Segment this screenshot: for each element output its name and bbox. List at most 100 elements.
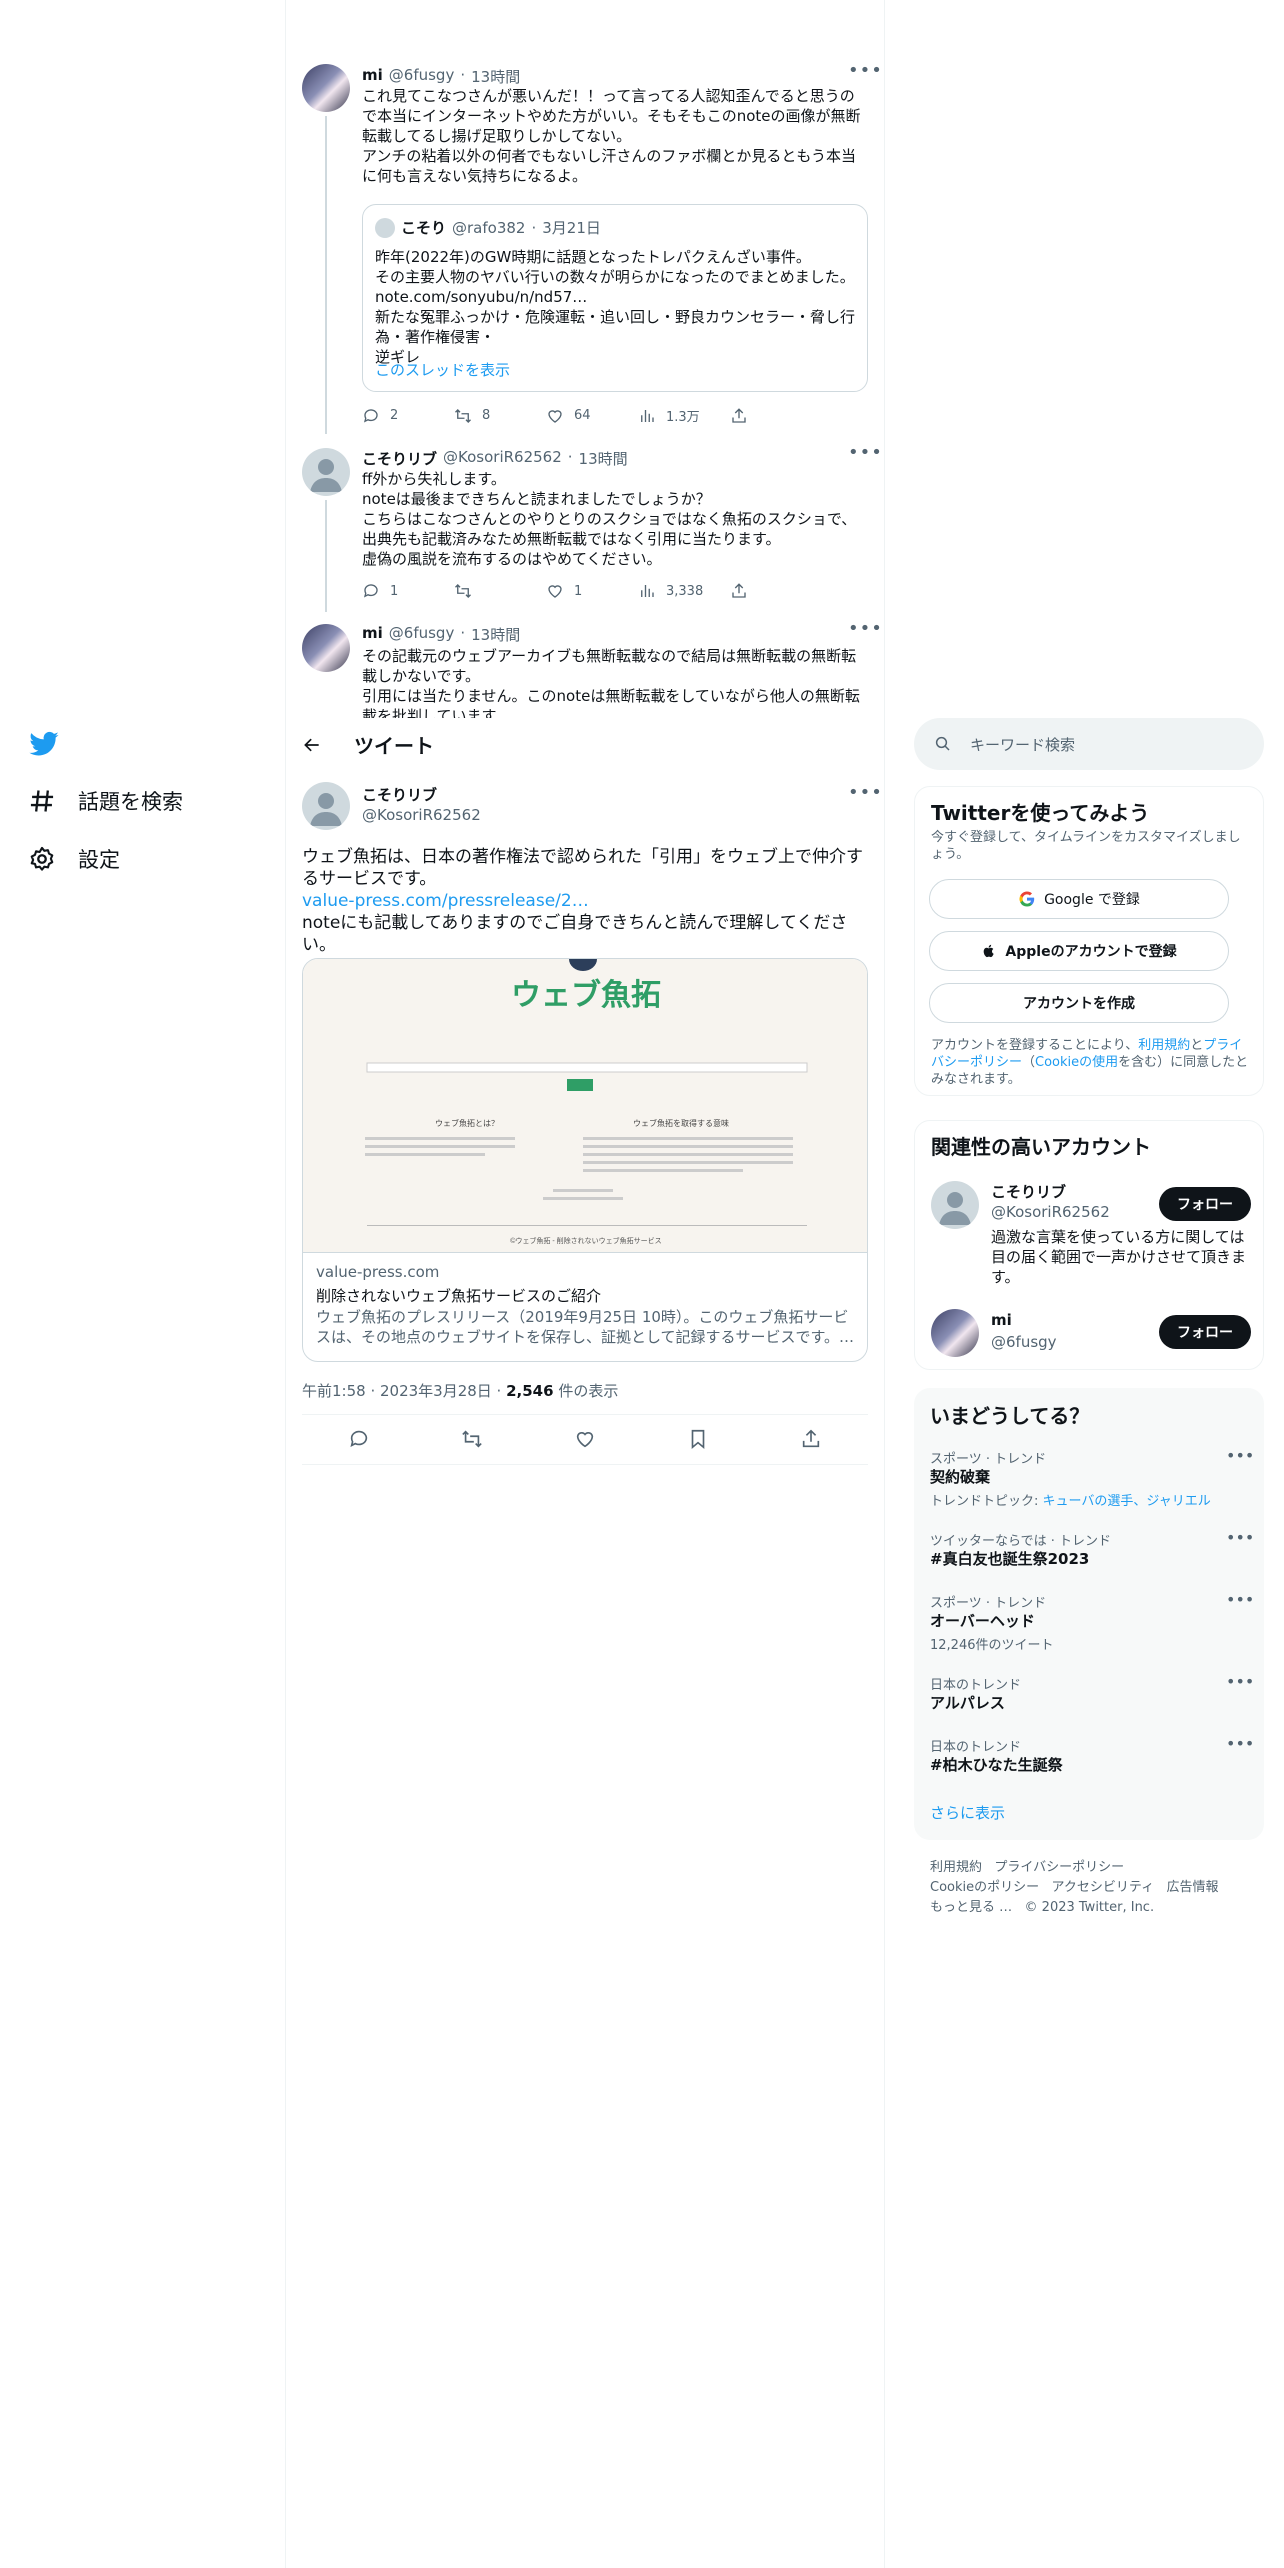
footer-link[interactable]: アクセシビリティ — [1052, 1880, 1155, 1895]
footer-links: もっと見る … © 2023 Twitter, Inc. — [930, 1896, 1154, 1915]
nav-settings-label: 設定 — [78, 848, 120, 872]
footer-links: 利用規約 プライバシーポリシー — [930, 1856, 1124, 1875]
divider — [302, 1464, 868, 1465]
account-handle[interactable]: @KosoriR62562 — [991, 1203, 1110, 1221]
footer-link[interactable]: Cookieのポリシー — [930, 1880, 1039, 1895]
cookie-link[interactable]: Cookieの使用 — [1035, 1055, 1118, 1070]
author-handle[interactable]: @KosoriR62562 — [362, 806, 481, 824]
tweet-actions: 1 1 3,338 — [362, 582, 822, 600]
author-handle[interactable]: @KosoriR62562 — [443, 448, 562, 469]
author-name[interactable]: mi — [362, 624, 383, 645]
like-button[interactable]: 1 — [546, 582, 638, 600]
nav-explore-label: 話題を検索 — [78, 790, 183, 814]
like-button[interactable]: 64 — [546, 406, 638, 425]
google-icon — [1019, 891, 1035, 907]
more-options-icon[interactable]: ••• — [848, 782, 883, 803]
search-box[interactable]: キーワード検索 — [914, 718, 1264, 770]
left-column-border — [285, 0, 286, 2568]
footer-link[interactable]: 利用規約 — [930, 1860, 982, 1875]
tweet-text-line: ウェブ魚拓は、日本の著作権法で認められた「引用」をウェブ上で仲介するサービスです… — [302, 847, 863, 889]
share-icon[interactable] — [800, 1428, 822, 1450]
account-name[interactable]: mi — [991, 1311, 1012, 1329]
divider — [302, 1414, 868, 1415]
share-button[interactable] — [730, 406, 822, 425]
google-signup-button[interactable]: Google で登録 — [929, 879, 1229, 919]
account-handle[interactable]: @6fusgy — [991, 1333, 1057, 1351]
avatar[interactable] — [302, 624, 350, 672]
account-name[interactable]: こそりリブ — [991, 1181, 1066, 1202]
more-options-icon[interactable]: ••• — [1226, 1672, 1254, 1691]
show-more-link[interactable]: さらに表示 — [930, 1802, 1005, 1823]
tweet-link[interactable]: value-press.com/pressrelease/2… — [302, 890, 868, 912]
show-thread-link[interactable]: このスレッドを表示 — [375, 359, 510, 380]
avatar[interactable] — [302, 448, 350, 496]
retweet-button[interactable]: 8 — [454, 406, 546, 425]
more-options-icon[interactable]: ••• — [1226, 1590, 1254, 1609]
default-profile-icon — [310, 793, 342, 826]
apple-signup-button[interactable]: Appleのアカウントで登録 — [929, 931, 1229, 971]
quoted-tweet[interactable]: こそり @rafo382 · 3月21日 昨年(2022年)のGW時期に話題とな… — [362, 204, 868, 392]
bookmark-icon[interactable] — [687, 1428, 709, 1450]
tweet-meta: 午前1:58 · 2023年3月28日 · 2,546 件の表示 — [302, 1380, 618, 1401]
nav-explore[interactable]: 話題を検索 — [28, 786, 183, 816]
tweet-time[interactable]: 13時間 — [471, 624, 520, 645]
follow-button[interactable]: フォロー — [1159, 1187, 1251, 1221]
author-name[interactable]: こそりリブ — [362, 448, 437, 469]
reply-button[interactable]: 2 — [362, 406, 454, 425]
retweet-icon — [455, 408, 471, 423]
card-screenshot-graphic: ウェブ魚拓 ウェブ魚拓とは？ ウェブ魚拓を取得する意味 ©ウェブ魚拓 - 削除さ… — [365, 959, 808, 1245]
views-button[interactable]: 1.3万 — [638, 406, 730, 425]
more-options-icon[interactable]: ••• — [848, 442, 883, 463]
author-handle[interactable]: @6fusgy — [389, 624, 455, 645]
tweet-header: こそりリブ @KosoriR62562 · 13時間 — [362, 448, 628, 469]
author-name[interactable]: こそりリブ — [362, 784, 437, 805]
author-handle[interactable]: @6fusgy — [389, 66, 455, 87]
avatar[interactable] — [931, 1309, 979, 1357]
trends-title: いまどうしてる？ — [930, 1404, 1090, 1428]
retweet-button[interactable] — [454, 582, 546, 600]
avatar[interactable] — [302, 64, 350, 112]
footer-link[interactable]: プライバシーポリシー — [994, 1860, 1124, 1875]
tweet-time[interactable]: 13時間 — [471, 66, 520, 87]
footer-link[interactable]: 広告情報 — [1167, 1880, 1219, 1895]
nav-settings[interactable]: 設定 — [28, 844, 120, 874]
reply-button[interactable]: 1 — [362, 582, 454, 600]
related-title: 関連性の高いアカウント — [931, 1135, 1151, 1159]
create-account-button[interactable]: アカウントを作成 — [929, 983, 1229, 1023]
more-options-icon[interactable]: ••• — [1226, 1734, 1254, 1753]
analytics-icon — [641, 409, 654, 422]
quote-header: こそり @rafo382 · 3月21日 — [375, 217, 601, 238]
tweet-time[interactable]: 13時間 — [579, 448, 628, 469]
analytics-icon — [641, 585, 654, 597]
more-options-icon[interactable]: ••• — [1226, 1528, 1254, 1547]
quote-time: 3月21日 — [542, 219, 601, 237]
author-name[interactable]: mi — [362, 66, 383, 87]
card-image-caption: ©ウェブ魚拓 - 削除されないウェブ魚拓サービス — [510, 1236, 661, 1245]
tweet-timestamp[interactable]: 午前1:58 · 2023年3月28日 · — [302, 1382, 506, 1400]
terms-link[interactable]: 利用規約 — [1138, 1038, 1190, 1053]
account-bio: 過激な言葉を使っている方に関しては目の届く範囲で一声かけさせて頂きます。 — [991, 1228, 1247, 1286]
avatar[interactable] — [931, 1181, 979, 1229]
signup-terms: アカウントを登録することにより、利用規約とプライバシーポリシー（Cookieの使… — [931, 1038, 1249, 1087]
back-arrow-icon[interactable] — [302, 735, 322, 755]
footer-more-link[interactable]: もっと見る … — [930, 1900, 1012, 1915]
more-options-icon[interactable]: ••• — [848, 618, 883, 639]
right-column-border — [884, 0, 885, 2568]
twitter-logo-icon[interactable] — [28, 728, 60, 764]
avatar[interactable] — [302, 782, 350, 830]
share-button[interactable] — [730, 582, 822, 600]
heart-icon[interactable] — [574, 1428, 596, 1450]
reply-icon[interactable] — [348, 1428, 370, 1450]
views-button[interactable]: 3,338 — [638, 582, 730, 600]
heart-icon — [548, 585, 562, 598]
apple-icon — [984, 944, 995, 958]
retweet-icon[interactable] — [461, 1428, 483, 1450]
link-preview-card[interactable]: ウェブ魚拓 ウェブ魚拓とは？ ウェブ魚拓を取得する意味 ©ウェブ魚拓 - 削除さ… — [302, 958, 868, 1362]
thread-connector-line — [325, 116, 327, 434]
more-options-icon[interactable]: ••• — [848, 60, 883, 81]
related-accounts-panel: 関連性の高いアカウント こそりリブ @KosoriR62562 フォロー 過激な… — [914, 1120, 1264, 1370]
follow-button[interactable]: フォロー — [1159, 1315, 1251, 1349]
more-options-icon[interactable]: ••• — [1226, 1446, 1254, 1465]
card-image: ウェブ魚拓 ウェブ魚拓とは？ ウェブ魚拓を取得する意味 ©ウェブ魚拓 - 削除さ… — [303, 959, 867, 1253]
thread-connector-line — [325, 500, 327, 612]
